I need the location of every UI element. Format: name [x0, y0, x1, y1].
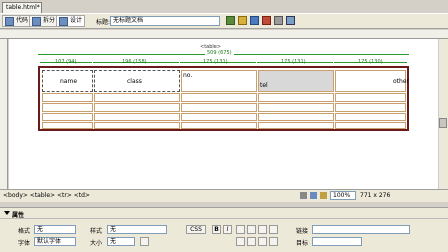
hand-icon[interactable] — [310, 192, 317, 199]
cell-text: name — [60, 78, 78, 85]
table-cell[interactable] — [94, 103, 180, 112]
align-left-icon[interactable] — [236, 225, 245, 234]
table-cell[interactable] — [181, 113, 257, 121]
css-button[interactable]: CSS — [186, 225, 206, 234]
upload-icon[interactable] — [238, 16, 247, 25]
zoom-select[interactable]: 100% — [330, 191, 356, 200]
unordered-list-icon[interactable] — [236, 237, 245, 246]
cell-text: class — [127, 78, 142, 85]
indent-icon[interactable] — [269, 237, 278, 246]
split-view-button[interactable]: 拆分 — [29, 15, 59, 27]
col-width-label: 175 (131) — [203, 59, 228, 65]
table-cell[interactable] — [258, 122, 334, 129]
property-panel-title: 属性 — [12, 212, 25, 219]
align-right-icon[interactable] — [258, 225, 267, 234]
cell-text: tel — [260, 82, 268, 89]
split-icon — [32, 16, 41, 26]
italic-button[interactable]: I — [223, 225, 232, 234]
vertical-scrollbar[interactable] — [438, 39, 448, 189]
document-tab[interactable]: table.html* — [2, 2, 42, 13]
title-input[interactable]: 无标题文档 — [110, 16, 220, 26]
code-icon — [5, 16, 14, 26]
cell-text: other — [393, 78, 409, 85]
title-label: 标题: — [96, 19, 111, 26]
align-center-icon[interactable] — [247, 225, 256, 234]
style-select[interactable]: 无 — [107, 225, 167, 234]
table-cell[interactable] — [94, 93, 180, 102]
code-view-label: 代码 — [16, 17, 29, 24]
design-view-label: 设计 — [70, 17, 83, 24]
target-select[interactable] — [312, 237, 362, 246]
ordered-list-icon[interactable] — [247, 237, 256, 246]
table-cell[interactable] — [181, 103, 257, 112]
table-cell[interactable] — [94, 113, 180, 121]
justify-icon[interactable] — [269, 225, 278, 234]
style-label: 样式 — [90, 228, 103, 235]
color-picker-icon[interactable] — [140, 237, 149, 246]
globe-icon[interactable] — [226, 16, 235, 25]
table-cell[interactable] — [42, 113, 93, 121]
table-cell[interactable] — [335, 93, 406, 102]
document-tab-bar — [0, 0, 448, 13]
refresh-icon[interactable] — [262, 16, 271, 25]
font-label: 字体 — [18, 240, 31, 247]
table-cell[interactable] — [181, 70, 257, 92]
preview-icon[interactable] — [250, 16, 259, 25]
design-icon — [59, 16, 68, 26]
size-select[interactable]: 无 — [107, 237, 135, 246]
code-view-button[interactable]: 代码 — [2, 15, 32, 27]
zoom-icon[interactable] — [320, 192, 327, 199]
vertical-ruler — [0, 39, 8, 189]
window-size[interactable]: 771 x 276 — [360, 192, 390, 199]
table-cell[interactable] — [181, 122, 257, 129]
table-cell[interactable] — [335, 122, 406, 129]
table-cell[interactable] — [335, 113, 406, 121]
table-cell[interactable] — [181, 93, 257, 102]
collapse-arrow-icon[interactable] — [4, 211, 10, 215]
table-cell[interactable] — [258, 93, 334, 102]
link-input[interactable] — [312, 225, 410, 234]
target-label: 目标 — [296, 240, 309, 247]
link-label: 链接 — [296, 228, 309, 235]
table-cell[interactable] — [258, 103, 334, 112]
view-options-icon[interactable] — [274, 16, 283, 25]
col-width-label: 175 (131) — [281, 59, 306, 65]
visual-aids-icon[interactable] — [286, 16, 295, 25]
outdent-icon[interactable] — [258, 237, 267, 246]
table-cell[interactable] — [94, 122, 180, 129]
property-inspector-header[interactable] — [0, 209, 448, 219]
table-cell[interactable] — [42, 103, 93, 112]
pointer-icon[interactable] — [300, 192, 307, 199]
size-label: 大小 — [90, 240, 103, 247]
table-cell[interactable] — [258, 113, 334, 121]
col-width-label: 196 (158) — [122, 59, 147, 65]
table-cell[interactable] — [42, 93, 93, 102]
col-width-label: 107 (94) — [55, 59, 77, 65]
format-select[interactable]: 无 — [34, 225, 76, 234]
table-width-label: 509 (675) — [205, 50, 234, 56]
tag-selector[interactable]: <body> <table> <tr> <td> — [3, 192, 90, 199]
horizontal-ruler — [0, 30, 448, 39]
design-view-button[interactable]: 设计 — [56, 15, 86, 27]
cell-text: no. — [183, 72, 193, 79]
table-cell[interactable] — [42, 122, 93, 129]
split-view-label: 拆分 — [43, 17, 56, 24]
format-label: 格式 — [18, 228, 31, 235]
scrollbar-thumb[interactable] — [439, 118, 447, 128]
font-select[interactable]: 默认字体 — [34, 237, 76, 246]
col-width-label: 175 (130) — [358, 59, 383, 65]
table-cell-selected[interactable] — [258, 70, 334, 92]
bold-button[interactable]: B — [212, 225, 221, 234]
table-cell[interactable] — [335, 103, 406, 112]
